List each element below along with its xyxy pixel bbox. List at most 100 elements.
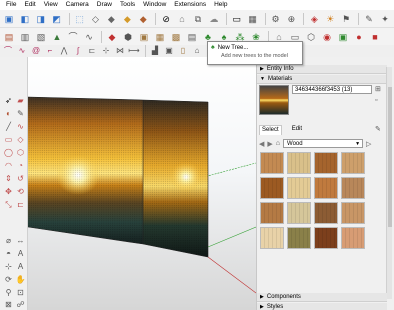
components-panel-header[interactable]: ▶ Components xyxy=(257,293,387,302)
styles-panel-header[interactable]: ▶ Styles xyxy=(257,303,387,310)
section-icon[interactable]: ⧉ xyxy=(191,12,205,26)
forward-icon[interactable]: ▶ xyxy=(267,140,272,148)
stop-icon[interactable]: ■ xyxy=(368,30,382,44)
top-view-icon[interactable]: ◧ xyxy=(18,12,32,26)
wand-icon[interactable]: ✦ xyxy=(378,12,392,26)
green-cube-icon[interactable]: ▣ xyxy=(336,30,350,44)
xray-icon[interactable]: ⬚ xyxy=(73,12,87,26)
paint-bucket-icon[interactable]: ◐ xyxy=(3,108,14,119)
line-icon[interactable]: ╱ xyxy=(3,121,14,132)
select-tool-icon[interactable]: ➶ xyxy=(3,95,14,106)
menu-tools[interactable]: Tools xyxy=(116,0,139,10)
door-icon[interactable]: ▯ xyxy=(177,46,189,57)
eyedropper-icon[interactable]: ✎ xyxy=(375,125,381,133)
tab-select[interactable]: Select xyxy=(259,125,282,135)
tape-icon[interactable]: ⌀ xyxy=(3,235,14,246)
swatch[interactable] xyxy=(287,202,311,224)
zoom-icon[interactable]: ⚲ xyxy=(3,287,14,298)
window-icon[interactable]: ▣ xyxy=(163,46,175,57)
shelf-icon[interactable]: ▤ xyxy=(185,30,199,44)
eraser-icon[interactable]: ▰ xyxy=(15,95,26,106)
swatch[interactable] xyxy=(287,227,311,249)
tray-scrollbar[interactable] xyxy=(386,67,392,299)
protractor-icon[interactable]: ◓ xyxy=(3,248,14,259)
home-icon[interactable]: ⌂ xyxy=(276,140,280,147)
zoom-extents-icon[interactable]: ⊠ xyxy=(3,299,14,310)
tab-edit[interactable]: Edit xyxy=(290,125,304,135)
menu-draw[interactable]: Draw xyxy=(93,0,116,10)
swatch[interactable] xyxy=(341,202,365,224)
shaded-icon[interactable]: ◆ xyxy=(120,12,134,26)
cabinet-icon[interactable]: ▩ xyxy=(169,30,183,44)
box-icon[interactable]: ▣ xyxy=(137,30,151,44)
material-preview[interactable] xyxy=(259,85,289,115)
extension-icon[interactable]: ⚙ xyxy=(269,12,283,26)
freehand-icon[interactable]: ∿ xyxy=(15,121,26,132)
cloud-icon[interactable]: ☁ xyxy=(207,12,221,26)
house-icon[interactable]: ⌂ xyxy=(175,12,189,26)
menu-window[interactable]: Window xyxy=(139,0,170,10)
3dtext-icon[interactable]: A xyxy=(15,261,26,272)
details-icon[interactable]: ▷ xyxy=(366,140,371,148)
divide-icon[interactable]: ⊹ xyxy=(100,46,112,57)
dimension-icon[interactable]: ↔ xyxy=(15,235,26,246)
swatch[interactable] xyxy=(260,152,284,174)
crate-icon[interactable]: ▦ xyxy=(153,30,167,44)
swatch[interactable] xyxy=(314,177,338,199)
ruby-icon[interactable]: ◈ xyxy=(307,12,321,26)
library-select[interactable]: Wood ▼ xyxy=(283,139,364,148)
smooth-icon[interactable]: ∿ xyxy=(82,30,96,44)
followme-icon[interactable]: ↺ xyxy=(15,173,26,184)
entity-info-panel-header[interactable]: ▶ Entity Info xyxy=(257,65,387,74)
pushpull-icon[interactable]: ⇕ xyxy=(3,173,14,184)
orbit-icon[interactable]: ⟳ xyxy=(3,274,14,285)
polyline-icon[interactable]: ⋀ xyxy=(58,46,70,57)
pan-icon[interactable]: ✋ xyxy=(15,274,26,285)
wireframe-icon[interactable]: ◇ xyxy=(89,12,103,26)
swatch[interactable] xyxy=(314,152,338,174)
apple-icon[interactable]: ● xyxy=(352,30,366,44)
rotate-icon[interactable]: ⟲ xyxy=(15,186,26,197)
weld-icon[interactable]: ⋈ xyxy=(114,46,126,57)
sun-icon[interactable]: ☀ xyxy=(323,12,337,26)
stamp-icon[interactable]: ▥ xyxy=(18,30,32,44)
model-viewport[interactable] xyxy=(28,57,256,310)
menu-extensions[interactable]: Extensions xyxy=(170,0,210,10)
swatch[interactable] xyxy=(287,177,311,199)
roof-icon[interactable]: ⌂ xyxy=(191,46,203,57)
create-material-icon[interactable]: ⊞ xyxy=(375,85,381,93)
swatch[interactable] xyxy=(260,177,284,199)
swatch[interactable] xyxy=(341,152,365,174)
move-icon[interactable]: ✥ xyxy=(3,186,14,197)
extend-icon[interactable]: ⟼ xyxy=(128,46,140,57)
hidden-line-icon[interactable]: ◆ xyxy=(104,12,118,26)
text-icon[interactable]: A xyxy=(15,248,26,259)
warehouse-icon[interactable]: ▦ xyxy=(246,12,260,26)
rectangle-icon[interactable]: ▭ xyxy=(3,134,14,145)
offset-icon[interactable]: ⊏ xyxy=(86,46,98,57)
right-view-icon[interactable]: ◩ xyxy=(50,12,64,26)
spiral-icon[interactable]: @ xyxy=(30,46,42,57)
arc-icon[interactable]: ⌒ xyxy=(2,46,14,57)
render-icon[interactable]: ◉ xyxy=(320,30,334,44)
default-material-icon[interactable]: ▫ xyxy=(375,97,377,104)
freehand-icon[interactable]: ∫ xyxy=(72,46,84,57)
swatch[interactable] xyxy=(314,202,338,224)
arc-icon[interactable]: ◠ xyxy=(3,160,14,171)
back-icon[interactable]: ◀ xyxy=(259,140,264,148)
menu-file[interactable]: File xyxy=(2,0,20,10)
bezier-icon[interactable]: ∿ xyxy=(16,46,28,57)
pencil-tool-icon[interactable]: ✎ xyxy=(362,12,376,26)
front-view-icon[interactable]: ◨ xyxy=(34,12,48,26)
flag-icon[interactable]: ⚑ xyxy=(339,12,353,26)
rotated-rect-icon[interactable]: ◇ xyxy=(15,134,26,145)
swatch[interactable] xyxy=(287,152,311,174)
swatch[interactable] xyxy=(260,202,284,224)
menu-help[interactable]: Help xyxy=(210,0,231,10)
material-name-field[interactable]: 346344366f3453 (13) xyxy=(292,85,372,94)
pie-icon[interactable]: ◔ xyxy=(15,160,26,171)
fillet-icon[interactable]: ⌐ xyxy=(44,46,56,57)
walk-icon[interactable]: ☍ xyxy=(15,299,26,310)
textured-icon[interactable]: ◆ xyxy=(136,12,150,26)
offset-icon[interactable]: ⊏ xyxy=(15,199,26,210)
